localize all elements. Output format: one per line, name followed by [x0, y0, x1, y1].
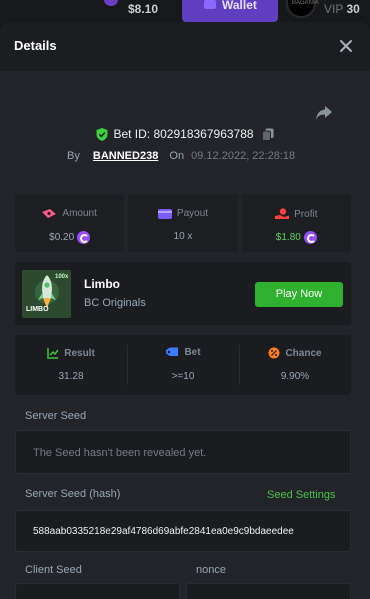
bet-cell: Bet >=10 [127, 335, 239, 395]
coin-icon [77, 231, 91, 244]
server-seed-value: The Seed hasn't been revealed yet. [33, 447, 207, 459]
vip-badge[interactable]: VIP 30 [324, 2, 360, 16]
nonce-label: nonce [196, 564, 226, 576]
result-value: 31.28 [58, 371, 84, 382]
bet-id: Bet ID: 802918367963788 [113, 127, 254, 141]
server-seed-field: The Seed hasn't been revealed yet. [15, 430, 351, 474]
app-top-bar: $8.10 Wallet BAGANIA VIP 30 [0, 0, 370, 22]
server-seed-hash-value: 588aab0335218e29af4786d69abfe2841ea0e9c9… [33, 526, 294, 537]
stat-profit: Profit $1.80 [241, 194, 351, 252]
game-card: 100x LIMBO Limbo BC Originals Play Now [15, 262, 351, 325]
bet-details-modal: Details Bet ID: 802918367963788 By BANNE… [0, 22, 370, 599]
nonce-field[interactable] [186, 583, 351, 599]
game-thumbnail[interactable]: 100x LIMBO [22, 270, 71, 318]
chance-cell: Chance 9.90% [239, 335, 351, 395]
wallet-label: Wallet [222, 0, 257, 12]
client-seed-label: Client Seed [25, 564, 82, 576]
copy-icon[interactable] [261, 128, 274, 141]
money-icon [42, 209, 57, 218]
coin-icon [303, 231, 317, 244]
chance-value: 9.90% [280, 371, 310, 382]
game-provider: BC Originals [84, 297, 146, 309]
on-label: On [169, 150, 185, 162]
modal-title: Details [14, 38, 57, 53]
verified-shield-icon [96, 127, 108, 141]
game-name[interactable]: Limbo [84, 277, 120, 291]
user-link[interactable]: BANNED238 [93, 150, 158, 162]
avatar[interactable]: BAGANIA [286, 0, 319, 18]
profit-value: $1.80 [275, 232, 301, 243]
by-label: By [67, 150, 80, 162]
wallet-button[interactable]: Wallet [182, 0, 278, 22]
thumb-title: LIMBO [26, 306, 49, 313]
result-label: Result [64, 347, 95, 359]
profit-label: Profit [294, 208, 318, 220]
share-icon[interactable] [314, 104, 334, 122]
bet-byline: By BANNED238 On 09.12.2022, 22:28:18 [67, 150, 295, 162]
modal-header: Details [0, 22, 370, 71]
bet-result: Result 31.28 Bet >=10 Chance 9.90% [15, 335, 351, 395]
result-cell: Result 31.28 [15, 335, 127, 395]
balance-amount[interactable]: $8.10 [128, 2, 158, 16]
server-seed-hash-field[interactable]: 588aab0335218e29af4786d69abfe2841ea0e9c9… [15, 510, 351, 552]
stat-amount: Amount $0.20 [15, 194, 125, 252]
stat-payout: Payout 10 x [128, 194, 238, 252]
amount-value: $0.20 [49, 232, 75, 243]
vip-level: 30 [346, 2, 360, 16]
bet-value: >=10 [171, 371, 195, 382]
tag-icon [166, 347, 179, 356]
hash-label: Server Seed (hash) [25, 488, 121, 500]
percent-icon [268, 347, 280, 359]
chart-icon [47, 348, 59, 359]
bet-id-row: Bet ID: 802918367963788 [0, 127, 370, 144]
payout-value: 10 x [173, 231, 193, 242]
client-seed-field[interactable] [15, 583, 180, 599]
amount-label: Amount [62, 208, 97, 219]
wallet-icon [204, 0, 216, 9]
bet-date: 09.12.2022, 22:28:18 [191, 150, 296, 162]
profit-icon [275, 208, 290, 219]
chance-label: Chance [285, 347, 322, 359]
thumb-badge: 100x [55, 274, 69, 280]
seed-settings-link[interactable]: Seed Settings [267, 489, 336, 501]
avatar-text: BAGANIA [292, 0, 319, 6]
server-seed-label: Server Seed [25, 410, 87, 422]
vip-label: VIP [324, 2, 344, 16]
close-icon[interactable] [336, 36, 356, 56]
play-now-button[interactable]: Play Now [255, 282, 343, 307]
bet-stats: Amount $0.20 Payout 10 x Profit $1.80 [15, 194, 351, 252]
bet-label: Bet [184, 347, 201, 358]
currency-icon [104, 0, 118, 6]
wallet-icon [157, 209, 172, 219]
payout-label: Payout [176, 208, 209, 219]
